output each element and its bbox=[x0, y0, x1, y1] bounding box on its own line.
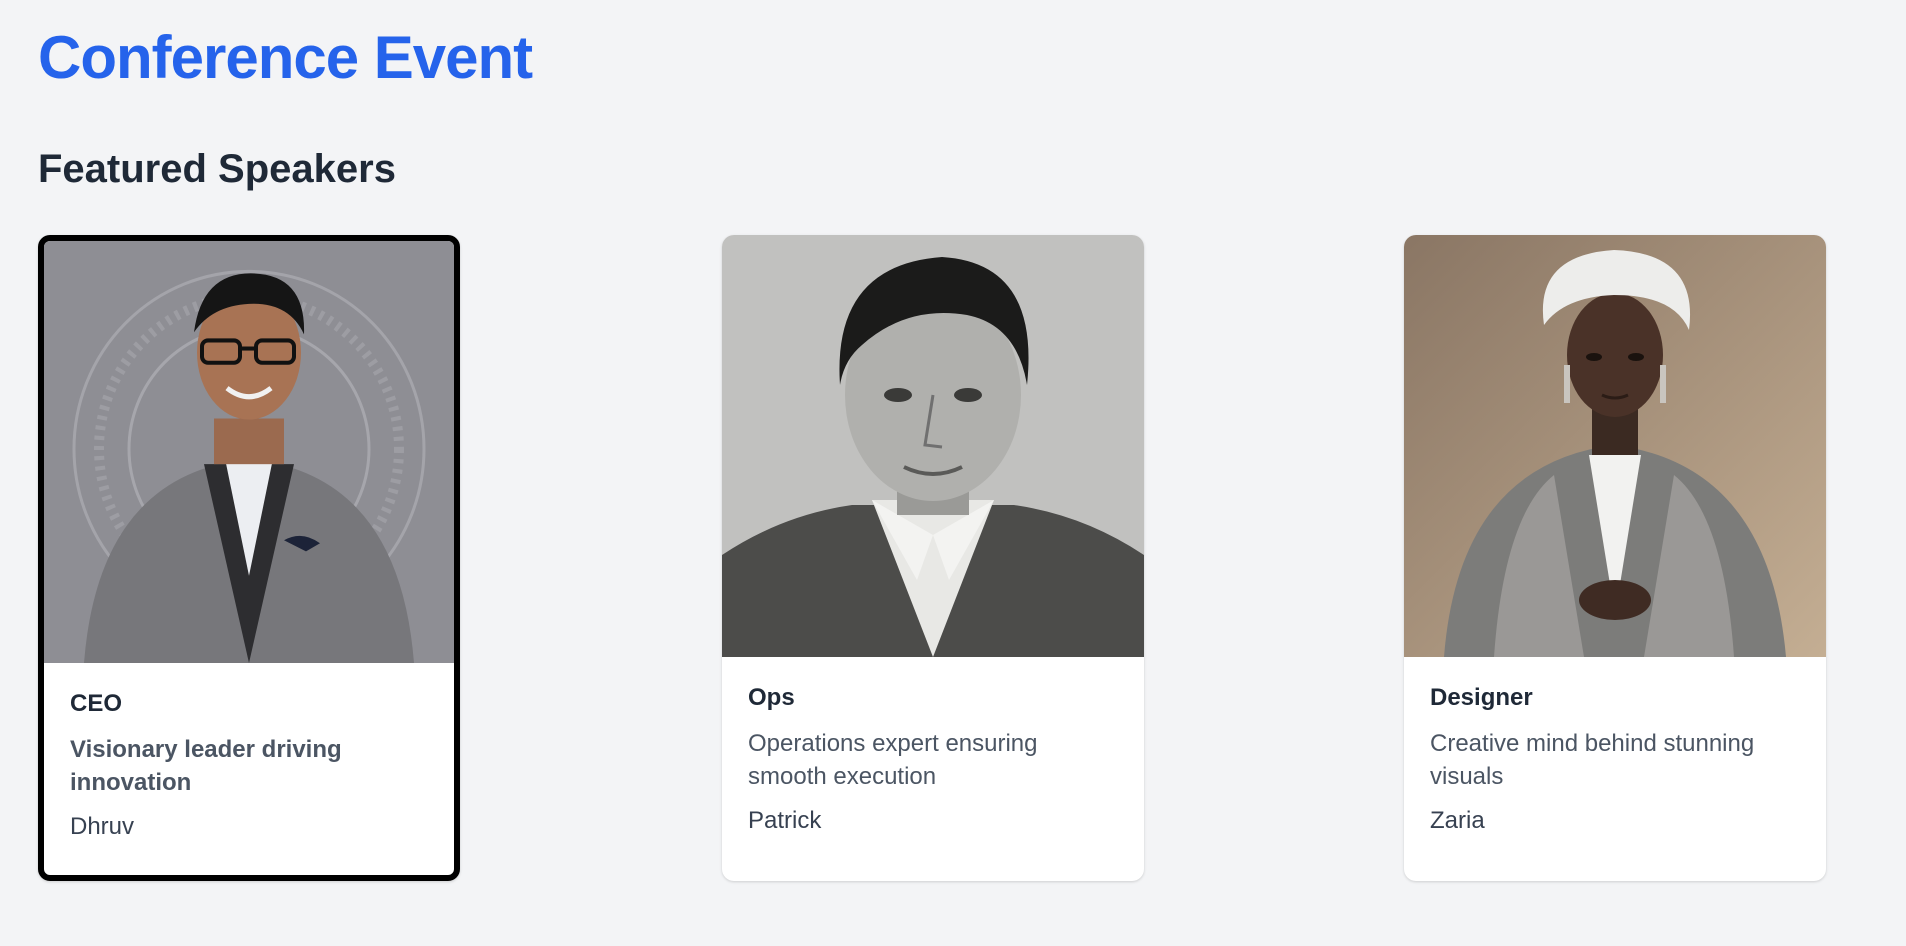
speaker-card-patrick[interactable]: Ops Operations expert ensuring smooth ex… bbox=[722, 235, 1144, 881]
speaker-photo-dhruv bbox=[44, 241, 454, 663]
speaker-card-zaria[interactable]: Designer Creative mind behind stunning v… bbox=[1404, 235, 1826, 881]
speaker-role: Designer bbox=[1430, 684, 1533, 711]
speaker-info-dhruv: CEO Visionary leader driving innovation … bbox=[44, 663, 454, 843]
speaker-role: CEO bbox=[70, 690, 123, 717]
speaker-description: Operations expert ensuring smooth execut… bbox=[748, 730, 1038, 790]
speaker-description: Visionary leader driving innovation bbox=[70, 736, 342, 796]
speaker-card-dhruv[interactable]: CEO Visionary leader driving innovation … bbox=[38, 235, 460, 881]
speaker-name: Patrick bbox=[748, 807, 822, 834]
section-title: Featured Speakers bbox=[38, 147, 396, 191]
speaker-info-patrick: Ops Operations expert ensuring smooth ex… bbox=[722, 657, 1144, 837]
page-title: Conference Event bbox=[38, 24, 533, 91]
speaker-role: Ops bbox=[748, 684, 795, 711]
speaker-name: Dhruv bbox=[70, 813, 135, 840]
speaker-info-zaria: Designer Creative mind behind stunning v… bbox=[1404, 657, 1826, 837]
speaker-photo-patrick bbox=[722, 235, 1144, 657]
speaker-description: Creative mind behind stunning visuals bbox=[1430, 730, 1755, 790]
speaker-name: Zaria bbox=[1430, 807, 1485, 834]
page: Conference Event Featured Speakers CEO V… bbox=[0, 0, 1906, 946]
speaker-photo-zaria bbox=[1404, 235, 1826, 657]
